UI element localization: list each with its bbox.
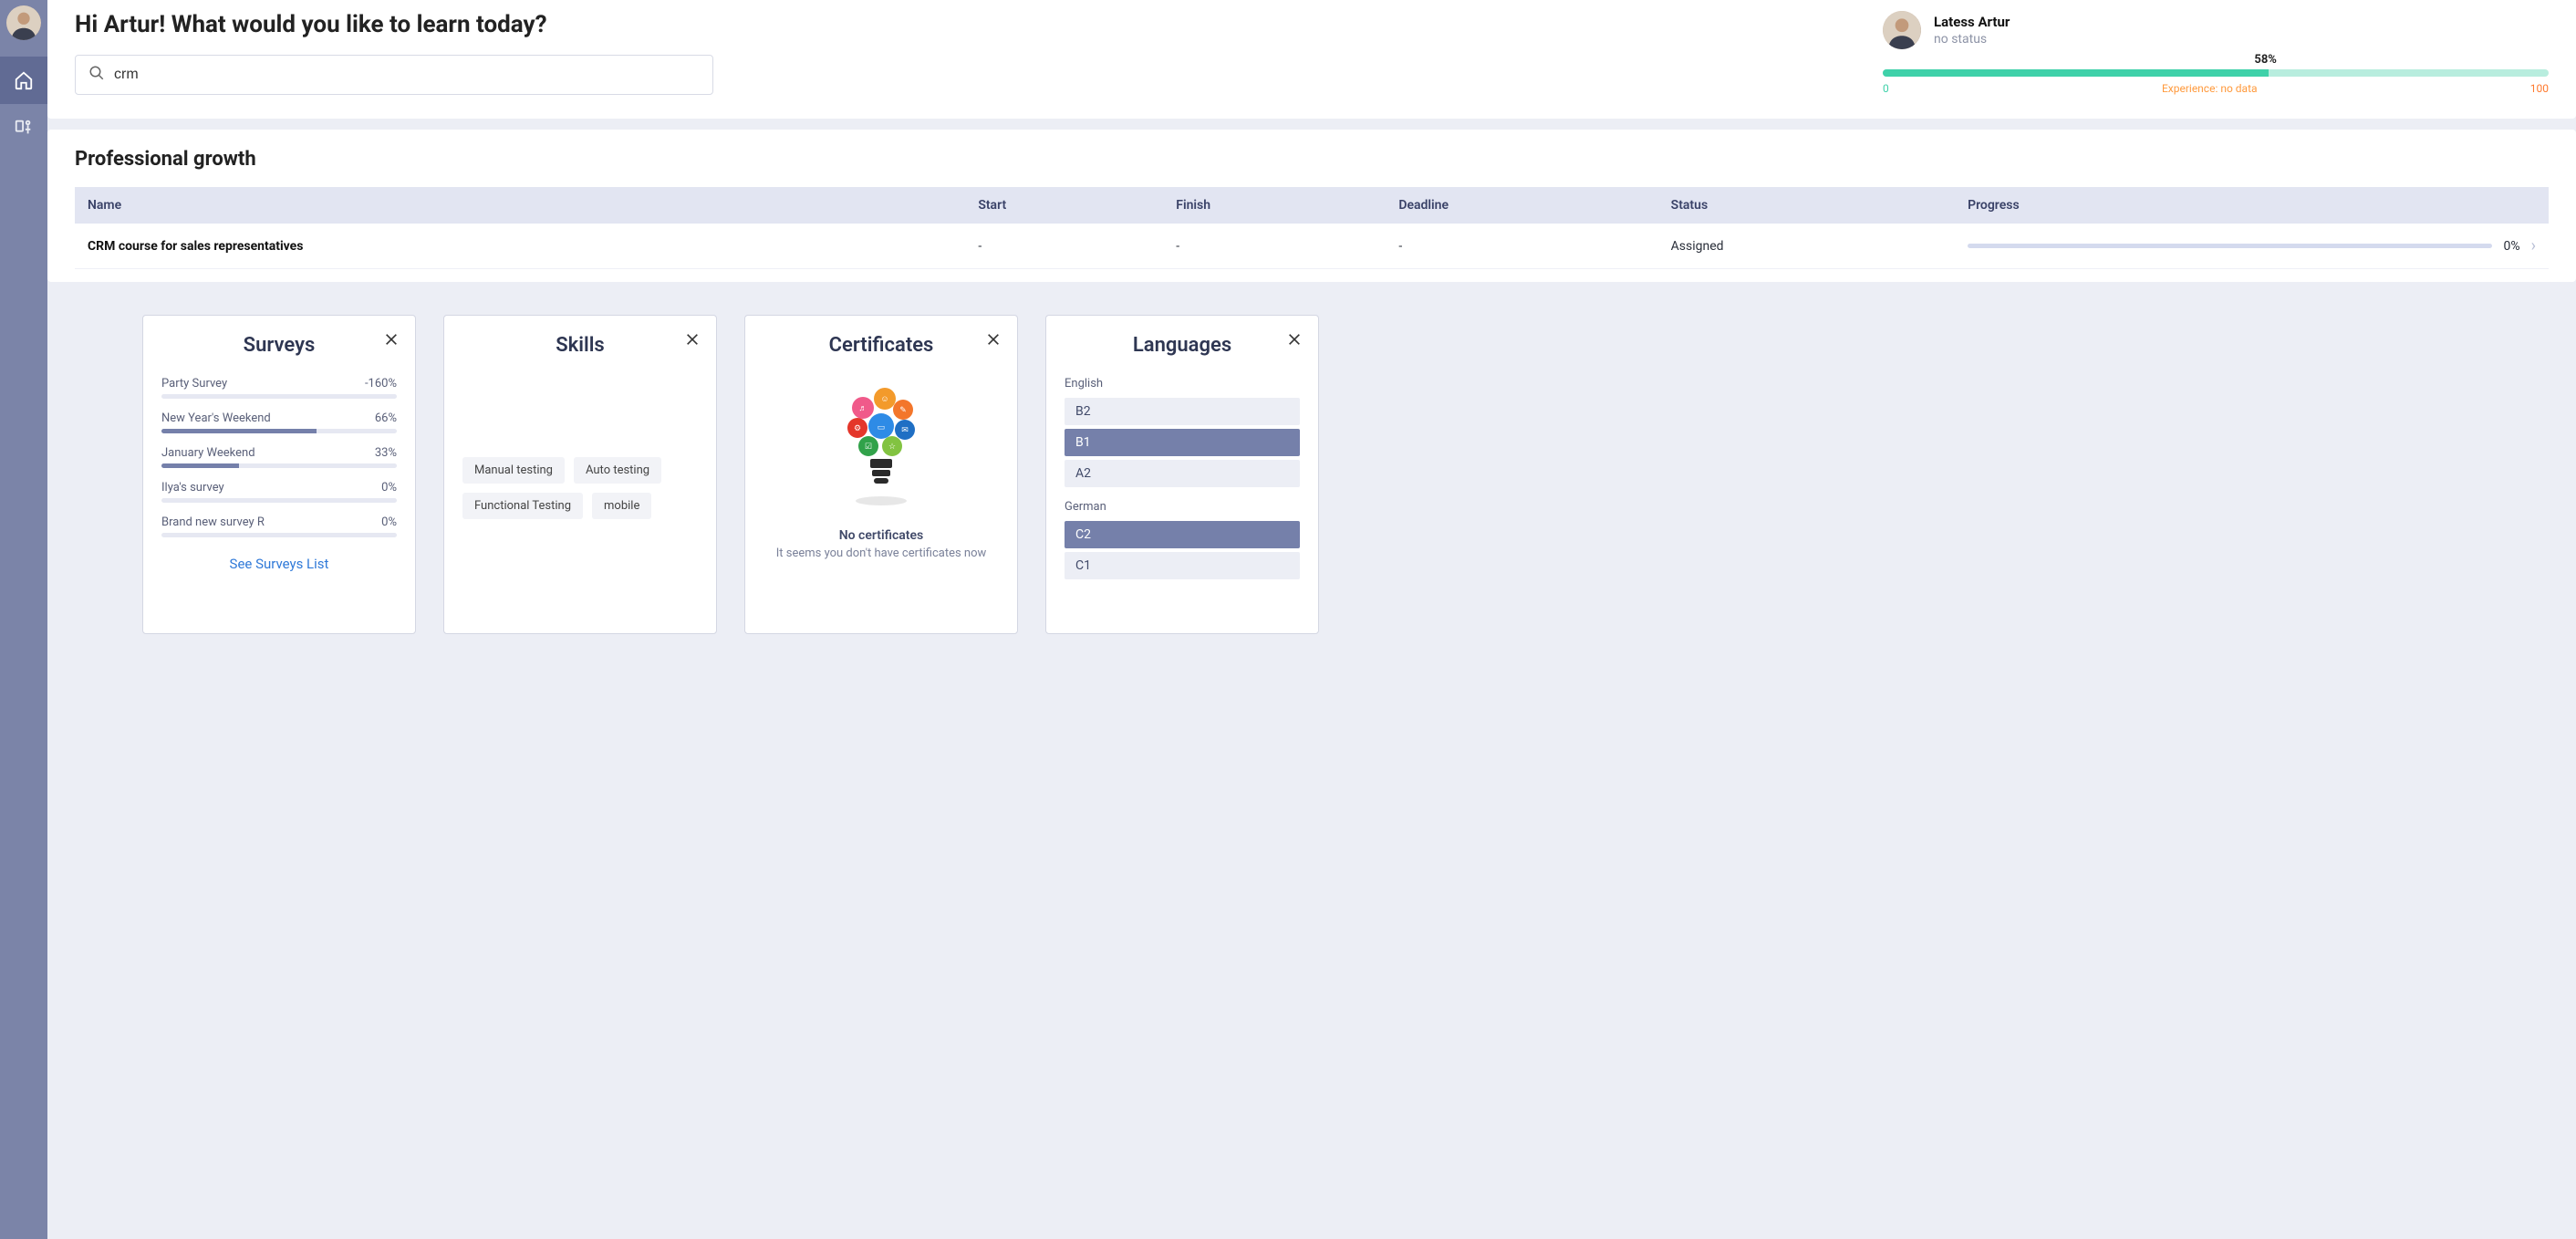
profile-avatar[interactable] (1883, 11, 1921, 49)
survey-row[interactable]: Ilya's survey 0% (161, 481, 397, 503)
greeting-title: Hi Artur! What would you like to learn t… (75, 11, 1837, 38)
language-level[interactable]: C2 (1065, 521, 1300, 548)
svg-text:☑: ☑ (865, 442, 872, 451)
growth-card: Professional growth Name Start Finish De… (47, 130, 2576, 282)
svg-text:☺: ☺ (880, 394, 888, 403)
sidebar-avatar[interactable] (6, 5, 41, 40)
close-icon[interactable] (986, 332, 1001, 350)
survey-name: January Weekend (161, 446, 255, 460)
languages-card: Languages English B2 B1 A2 German C2 C1 (1045, 315, 1319, 634)
experience-percent: 58% (2254, 53, 2277, 67)
col-progress: Progress (1955, 187, 2549, 224)
profile-block: Latess Artur no status 58% 0 Experience:… (1883, 7, 2549, 95)
experience-max: 100 (2530, 82, 2549, 95)
survey-percent: 66% (375, 411, 397, 425)
search-icon (88, 65, 105, 85)
survey-name: New Year's Weekend (161, 411, 271, 425)
svg-text:⚙: ⚙ (854, 423, 861, 432)
row-start: - (965, 224, 1163, 269)
skills-title: Skills (462, 334, 698, 357)
language-level[interactable]: A2 (1065, 460, 1300, 487)
survey-row[interactable]: Brand new survey R 0% (161, 515, 397, 537)
skill-chip[interactable]: Functional Testing (462, 493, 583, 519)
chevron-right-icon: › (2531, 236, 2536, 255)
profile-name: Latess Artur (1934, 14, 2010, 30)
profile-user-row: Latess Artur no status (1883, 11, 2549, 49)
language-group-label: German (1065, 500, 1300, 514)
row-status: Assigned (1658, 224, 1955, 269)
svg-text:✎: ✎ (899, 405, 907, 414)
survey-percent: 33% (375, 446, 397, 460)
survey-name: Ilya's survey (161, 481, 224, 495)
col-name: Name (75, 187, 965, 224)
skill-chip[interactable]: Manual testing (462, 457, 565, 484)
certificates-none-title: No certificates (763, 528, 999, 543)
experience-min: 0 (1883, 82, 1889, 95)
survey-percent: -160% (365, 377, 397, 390)
col-start: Start (965, 187, 1163, 224)
skill-chip[interactable]: Auto testing (574, 457, 661, 484)
survey-name: Brand new survey R (161, 515, 265, 529)
certificates-title: Certificates (763, 334, 999, 357)
nav-home[interactable] (0, 57, 47, 104)
svg-text:✉: ✉ (901, 425, 909, 434)
skills-card: Skills Manual testing Auto testing Functio… (443, 315, 717, 634)
languages-title: Languages (1065, 334, 1300, 357)
col-finish: Finish (1163, 187, 1386, 224)
growth-title: Professional growth (75, 148, 2549, 171)
greeting-block: Hi Artur! What would you like to learn t… (75, 7, 1837, 95)
main-area: Hi Artur! What would you like to learn t… (47, 0, 2576, 1239)
row-finish: - (1163, 224, 1386, 269)
survey-row[interactable]: January Weekend 33% (161, 446, 397, 468)
survey-name: Party Survey (161, 377, 227, 390)
col-deadline: Deadline (1386, 187, 1657, 224)
search-input[interactable] (114, 67, 700, 83)
certificates-card: Certificates ♬ ☺ ✎ (744, 315, 1018, 634)
language-level[interactable]: B2 (1065, 398, 1300, 425)
surveys-title: Surveys (161, 334, 397, 357)
language-level[interactable]: C1 (1065, 552, 1300, 579)
close-icon[interactable] (685, 332, 700, 350)
svg-text:♬: ♬ (859, 403, 867, 412)
language-level[interactable]: B1 (1065, 429, 1300, 456)
lightbulb-icon: ♬ ☺ ✎ ⚙ ▭ ✉ ☑ ☆ (836, 382, 927, 510)
profile-status: no status (1934, 32, 2010, 47)
survey-row[interactable]: Party Survey -160% (161, 377, 397, 399)
nav-training[interactable] (0, 104, 47, 151)
sidebar (0, 0, 47, 1239)
header-card: Hi Artur! What would you like to learn t… (47, 0, 2576, 119)
row-deadline: - (1386, 224, 1657, 269)
svg-text:☆: ☆ (888, 442, 896, 451)
close-icon[interactable] (384, 332, 399, 350)
row-progress: 0%› (1955, 224, 2549, 269)
col-status: Status (1658, 187, 1955, 224)
cards-row: Surveys Party Survey -160% New Year's Week… (47, 282, 2576, 634)
experience-bar: 58% 0 Experience: no data 100 (1883, 69, 2549, 95)
experience-label: Experience: no data (2162, 82, 2258, 95)
survey-percent: 0% (381, 515, 397, 529)
surveys-link[interactable]: See Surveys List (161, 556, 397, 572)
survey-percent: 0% (381, 481, 397, 495)
svg-text:▭: ▭ (878, 422, 886, 432)
table-row[interactable]: CRM course for sales representatives---A… (75, 224, 2549, 269)
skill-chip[interactable]: mobile (592, 493, 651, 519)
language-group-label: English (1065, 377, 1300, 390)
row-name: CRM course for sales representatives (75, 224, 965, 269)
close-icon[interactable] (1287, 332, 1302, 350)
surveys-card: Surveys Party Survey -160% New Year's Week… (142, 315, 416, 634)
survey-row[interactable]: New Year's Weekend 66% (161, 411, 397, 433)
search-box[interactable] (75, 55, 713, 95)
growth-table: Name Start Finish Deadline Status Progre… (75, 187, 2549, 269)
certificates-none-sub: It seems you don't have certificates now (763, 547, 999, 560)
